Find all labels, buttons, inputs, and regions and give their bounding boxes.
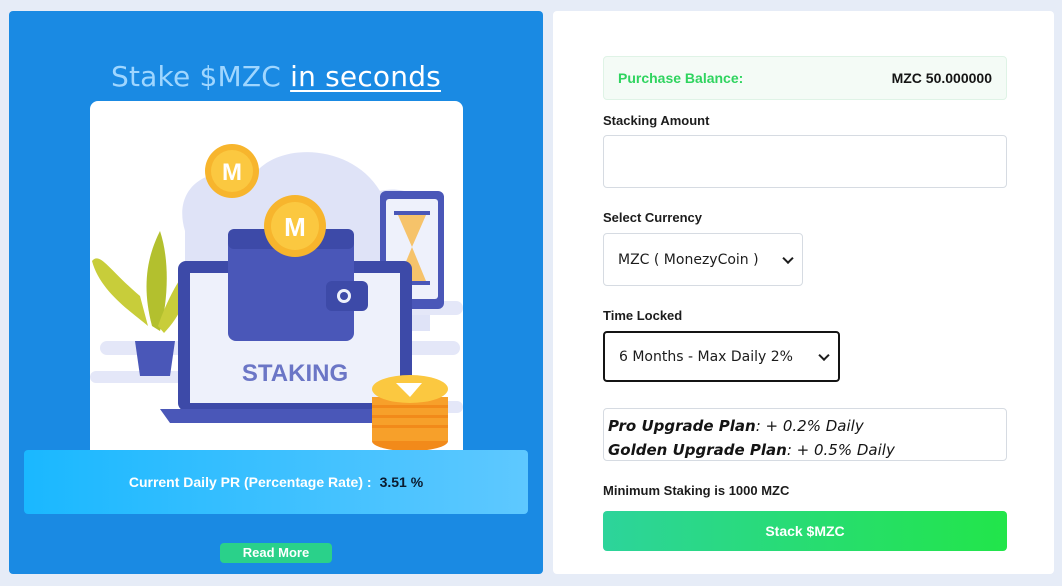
upgrade-plan-item: Pro Upgrade Plan: + 0.2% Daily: [608, 414, 1002, 438]
stake-button[interactable]: Stack $MZC: [603, 511, 1007, 551]
daily-rate-value: 3.51 %: [379, 474, 424, 490]
upgrade-plans-box: Pro Upgrade Plan: + 0.2% Daily Golden Up…: [603, 408, 1007, 461]
time-locked-select[interactable]: 6 Months - Max Daily 2%: [603, 331, 840, 382]
currency-select[interactable]: MZC ( MonezyCoin ): [603, 233, 803, 286]
hero-title-highlight: in seconds: [290, 60, 441, 93]
staking-illustration-text: STAKING: [242, 360, 348, 387]
time-locked-select-value: 6 Months - Max Daily 2%: [619, 348, 793, 365]
purchase-balance-value: MZC 50.000000: [891, 70, 992, 86]
daily-rate-banner: Current Daily PR (Percentage Rate) : 3.5…: [24, 450, 528, 514]
stacking-amount-label: Stacking Amount: [603, 113, 710, 128]
purchase-balance-label: Purchase Balance:: [618, 70, 744, 86]
staking-illustration-svg: STAKING M M: [90, 144, 463, 451]
chevron-down-icon: [782, 252, 794, 264]
stacking-amount-input[interactable]: [603, 135, 1007, 188]
minimum-staking-prefix: Minimum Staking is: [603, 483, 729, 498]
upgrade-plan-name: Golden Upgrade Plan: [608, 441, 787, 459]
currency-select-value: MZC ( MonezyCoin ): [618, 251, 759, 268]
read-more-button[interactable]: Read More: [220, 543, 332, 563]
coin-letter-1: M: [222, 159, 242, 186]
minimum-staking-value: 1000 MZC: [728, 483, 790, 498]
coin-letter-2: M: [284, 212, 306, 242]
upgrade-plan-item: Golden Upgrade Plan: + 0.5% Daily: [608, 438, 1002, 462]
staking-form-panel: Purchase Balance: MZC 50.000000 Stacking…: [553, 11, 1054, 574]
upgrade-plan-detail: : + 0.5% Daily: [786, 441, 895, 459]
time-locked-label: Time Locked: [603, 308, 683, 323]
upgrade-plan-name: Pro Upgrade Plan: [608, 417, 756, 435]
hero-title-prefix: Stake $MZC: [111, 60, 291, 93]
hero-title: Stake $MZC in seconds: [9, 60, 543, 93]
select-currency-label: Select Currency: [603, 210, 702, 225]
minimum-staking-text: Minimum Staking is 1000 MZC: [603, 483, 789, 498]
staking-illustration: STAKING M M: [90, 101, 463, 461]
promo-panel: Stake $MZC in seconds STAKING M M Curren…: [9, 11, 543, 574]
upgrade-plan-detail: : + 0.2% Daily: [755, 417, 864, 435]
purchase-balance-box: Purchase Balance: MZC 50.000000: [603, 56, 1007, 100]
chevron-down-icon: [818, 349, 830, 361]
daily-rate-label: Current Daily PR (Percentage Rate) :: [128, 474, 372, 490]
